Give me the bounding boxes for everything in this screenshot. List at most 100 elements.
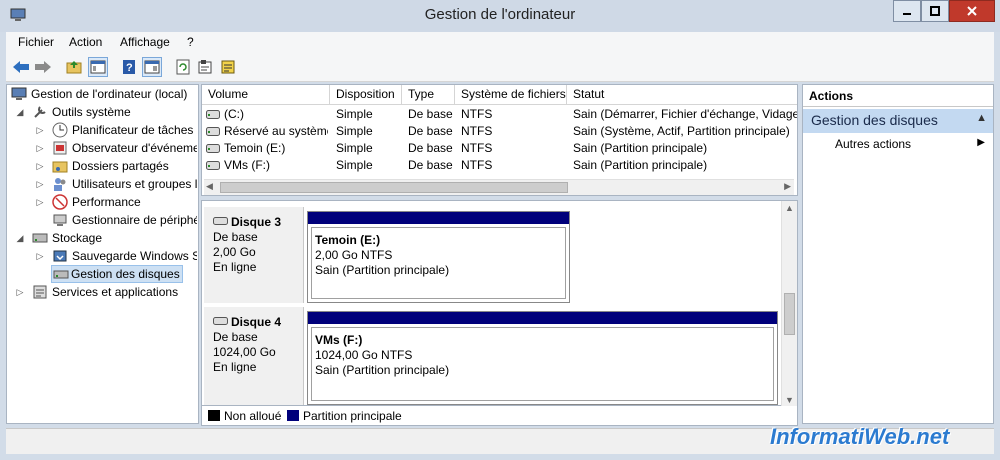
refresh-button[interactable] [173, 57, 193, 77]
tree-services-label: Services et applications [52, 285, 179, 299]
expand-chevron-icon[interactable]: ▷ [35, 247, 45, 265]
scroll-thumb[interactable] [220, 182, 568, 193]
tree-planificateur[interactable]: ▷ Planificateur de tâches [9, 121, 197, 139]
tree-services[interactable]: ▷ Services et applications [9, 283, 197, 301]
tree-performance[interactable]: ▷ Performance [9, 193, 197, 211]
cell-volume: Réservé au système [224, 124, 328, 138]
up-folder-button[interactable] [64, 57, 84, 77]
help-button[interactable]: ? [119, 57, 139, 77]
shared-folder-icon [52, 161, 68, 173]
action-pane-button[interactable] [142, 57, 162, 77]
performance-icon [52, 194, 68, 210]
col-header-disposition[interactable]: Disposition [330, 85, 402, 105]
disk-4-name: Disque 4 [231, 315, 282, 329]
col-header-type[interactable]: Type [402, 85, 455, 105]
scroll-down-icon[interactable]: ▼ [785, 395, 794, 405]
col-header-volume[interactable]: Volume [202, 85, 330, 105]
scroll-left-icon[interactable]: ◀ [206, 181, 213, 192]
cell-volume: (C:) [224, 107, 244, 121]
close-icon [967, 6, 977, 16]
svg-text:?: ? [126, 62, 133, 74]
cell-type: De base [408, 124, 453, 138]
cell-statut: Sain (Démarrer, Fichier d'échange, Vidag… [573, 107, 797, 121]
actions-other[interactable]: Autres actions ▶ [803, 135, 993, 155]
tree-stockage-label: Stockage [52, 231, 103, 245]
cell-volume: Temoin (E:) [224, 141, 286, 155]
cell-statut: Sain (Partition principale) [573, 158, 708, 172]
menu-fichier[interactable]: Fichier [18, 35, 54, 49]
col-header-statut[interactable]: Statut [567, 85, 797, 105]
disk-icon [213, 217, 228, 225]
cell-fs: NTFS [461, 141, 493, 155]
tree-outils-label: Outils système [52, 105, 131, 119]
scroll-up-icon[interactable]: ▲ [785, 203, 794, 213]
scroll-right-icon[interactable]: ▶ [784, 181, 791, 192]
watermark: InformatiWeb.net [770, 424, 950, 449]
show-hide-tree-button[interactable] [88, 57, 108, 77]
tree-utilisateurs[interactable]: ▷ Utilisateurs et groupes l [9, 175, 197, 193]
cell-disposition: Simple [336, 107, 373, 121]
minimize-button[interactable] [893, 0, 921, 22]
tree-gestion-disques[interactable]: Gestion des disques [51, 265, 183, 283]
vertical-scrollbar[interactable]: ▲ ▼ [781, 201, 797, 407]
close-button[interactable] [949, 0, 995, 22]
collapse-chevron-icon[interactable]: ◢ [15, 229, 25, 247]
forward-button[interactable] [33, 57, 53, 77]
actions-header: Actions [803, 85, 993, 107]
menu-affichage[interactable]: Affichage [120, 35, 170, 49]
tree-observateur[interactable]: ▷ Observateur d'événements [9, 139, 197, 157]
tree-dossiers[interactable]: ▷ Dossiers partagés [9, 157, 197, 175]
partition-temoin-status: Sain (Partition principale) [315, 263, 450, 277]
partition-vms-status: Sain (Partition principale) [315, 363, 450, 377]
tree-outils-systeme[interactable]: ◢ Outils système [9, 103, 197, 121]
properties-button[interactable] [195, 57, 215, 77]
window-title: Gestion de l'ordinateur [424, 6, 576, 23]
menu-action[interactable]: Action [69, 35, 102, 49]
menu-help[interactable]: ? [187, 35, 194, 49]
disk-management-icon [53, 270, 69, 279]
tree-stockage[interactable]: ◢ Stockage [9, 229, 197, 247]
col-header-fs[interactable]: Système de fichiers [455, 85, 567, 105]
collapse-chevron-icon[interactable]: ◢ [15, 103, 25, 121]
tree-gestion-disques-label: Gestion des disques [71, 267, 180, 281]
console-tree-icon [90, 60, 106, 74]
cell-fs: NTFS [461, 158, 493, 172]
primary-partition-swatch [287, 410, 299, 421]
scroll-thumb[interactable] [784, 293, 795, 335]
tree-root[interactable]: Gestion de l'ordinateur (local) [9, 85, 197, 103]
partition-temoin-box: Temoin (E:) 2,00 Go NTFS Sain (Partition… [311, 227, 566, 299]
expand-chevron-icon[interactable]: ▷ [35, 157, 45, 175]
disk-4-size: 1024,00 Go [213, 345, 276, 359]
maximize-button[interactable] [921, 0, 949, 22]
properties-icon [198, 60, 212, 74]
expand-chevron-icon[interactable]: ▷ [35, 175, 45, 193]
tree-gestionnaire[interactable]: Gestionnaire de périphériques [9, 211, 197, 229]
back-button[interactable] [11, 57, 31, 77]
disk-3-label[interactable]: Disque 3 De base 2,00 Go En ligne [204, 207, 304, 303]
partition-temoin-label: Temoin (E:) [315, 233, 381, 247]
tree-planificateur-label: Planificateur de tâches [72, 123, 194, 137]
tree-sauvegarde[interactable]: ▷ Sauvegarde Windows Se [9, 247, 197, 265]
horizontal-scrollbar[interactable]: ◀ ▶ [204, 179, 794, 195]
disk-3-size: 2,00 Go [213, 245, 256, 259]
submenu-arrow-icon: ▶ [977, 137, 985, 148]
cell-disposition: Simple [336, 141, 373, 155]
expand-chevron-icon[interactable]: ▷ [35, 139, 45, 157]
help-book-icon: ? [123, 60, 135, 74]
expand-chevron-icon[interactable]: ▷ [15, 283, 25, 301]
storage-icon [32, 233, 48, 243]
partition-vms-label: VMs (F:) [315, 333, 363, 347]
legend-unallocated: Non alloué [224, 409, 282, 423]
expand-chevron-icon[interactable]: ▷ [35, 121, 45, 139]
disk-4-label[interactable]: Disque 4 De base 1024,00 Go En ligne [204, 307, 304, 405]
cell-type: De base [408, 158, 453, 172]
actions-other-label: Autres actions [835, 137, 912, 151]
cell-fs: NTFS [461, 124, 493, 138]
expand-chevron-icon[interactable]: ▷ [35, 193, 45, 211]
actions-section[interactable]: Gestion des disques ▲ [803, 109, 993, 133]
partition-vms[interactable]: VMs (F:) 1024,00 Go NTFS Sain (Partition… [307, 311, 778, 405]
collapse-up-icon[interactable]: ▲ [976, 112, 987, 124]
unallocated-swatch [208, 410, 220, 421]
partition-temoin[interactable]: Temoin (E:) 2,00 Go NTFS Sain (Partition… [307, 211, 570, 303]
export-button[interactable] [218, 57, 238, 77]
